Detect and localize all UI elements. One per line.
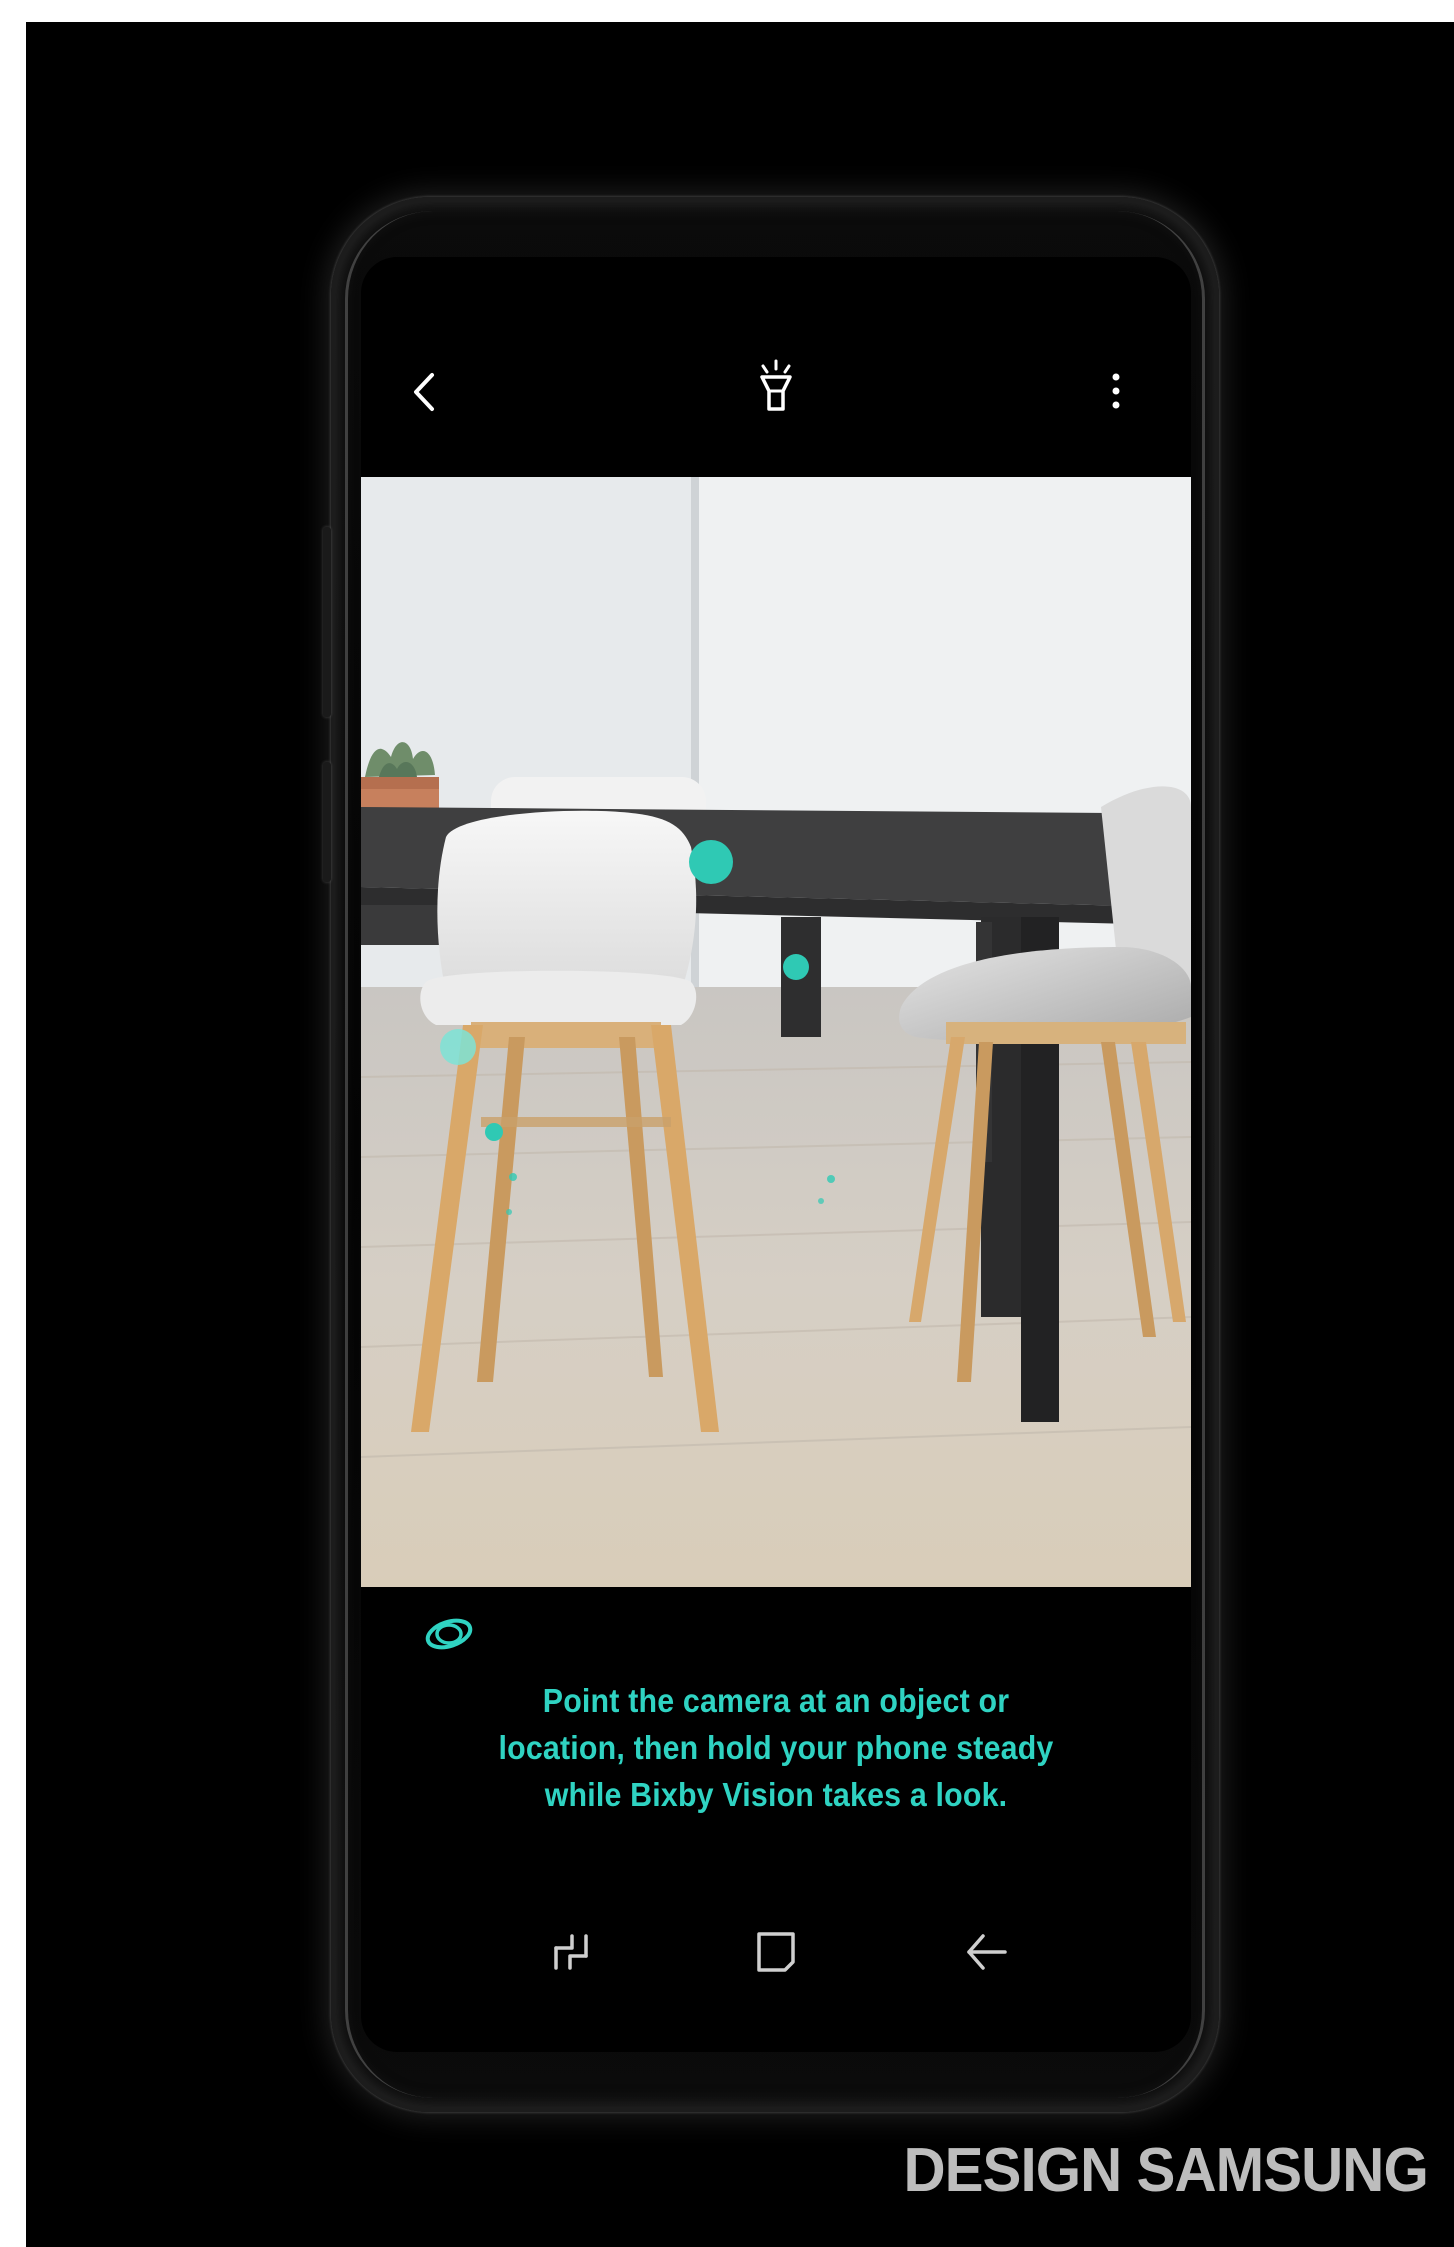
volume-key — [323, 762, 331, 882]
back-icon[interactable] — [406, 367, 446, 417]
home-icon[interactable] — [741, 1922, 811, 1982]
page: Point the camera at an object or locatio… — [0, 0, 1454, 2247]
room-scene-image — [361, 477, 1191, 1587]
more-options-icon[interactable] — [1101, 367, 1131, 417]
instruction-text: Point the camera at an object or locatio… — [477, 1677, 1075, 1818]
camera-viewfinder[interactable] — [361, 477, 1191, 1587]
navigation-bar — [361, 1912, 1191, 1992]
phone-frame: Point the camera at an object or locatio… — [323, 197, 1219, 2112]
top-action-bar — [361, 257, 1191, 477]
back-nav-icon[interactable] — [951, 1922, 1021, 1982]
instruction-line: Point the camera at an object or — [542, 1682, 1010, 1719]
phone-screen: Point the camera at an object or locatio… — [361, 257, 1191, 2052]
flashlight-icon[interactable] — [751, 357, 801, 417]
instruction-line: while Bixby Vision takes a look. — [544, 1776, 1008, 1813]
poster-background: Point the camera at an object or locatio… — [26, 22, 1454, 2247]
bixby-vision-icon[interactable] — [421, 1612, 481, 1656]
instruction-line: location, then hold your phone steady — [498, 1729, 1054, 1766]
bixby-key — [323, 527, 331, 717]
design-samsung-logo: DESIGN SAMSUNG — [903, 2136, 1429, 2205]
recent-apps-icon[interactable] — [536, 1922, 606, 1982]
